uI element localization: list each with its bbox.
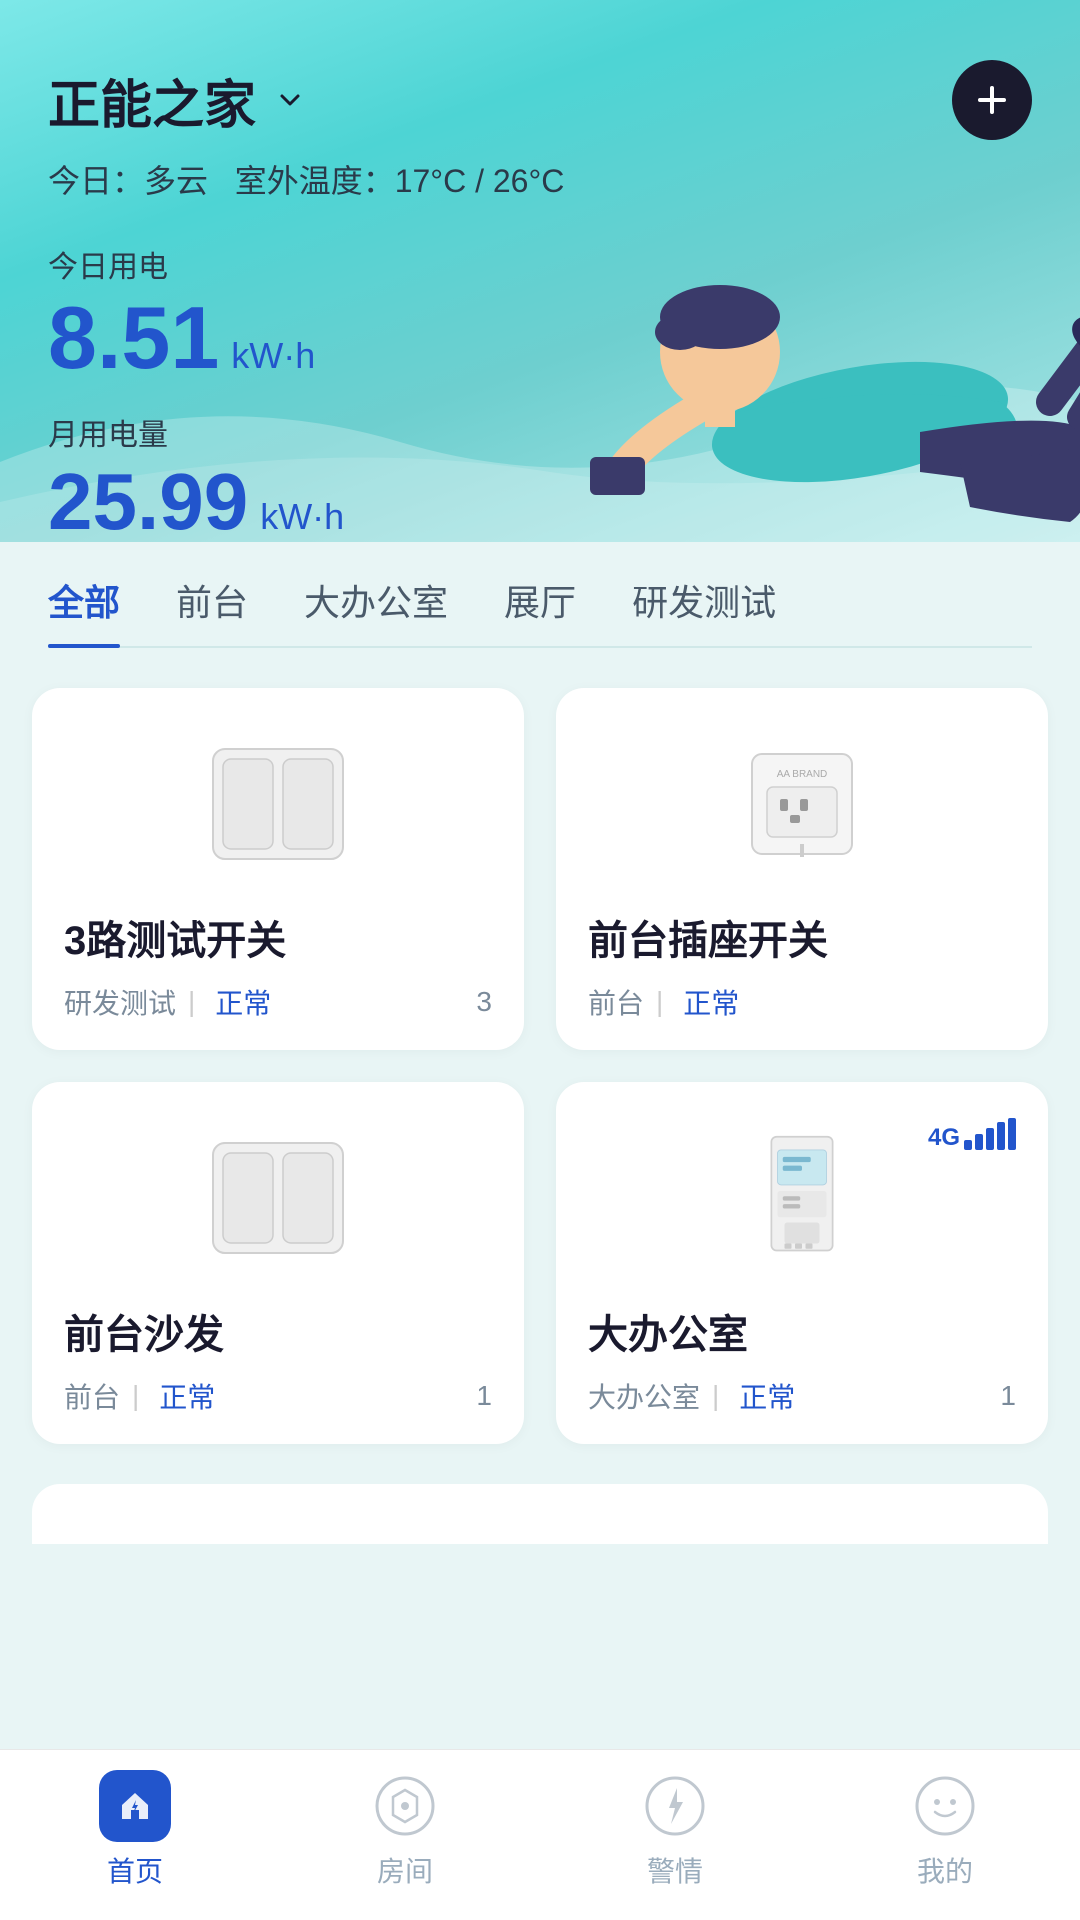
device-info-2: 前台 | 正常: [588, 982, 1016, 1022]
device-card-meter[interactable]: 4G: [556, 1082, 1048, 1444]
nav-room[interactable]: 房间: [325, 1770, 485, 1890]
meter-icon: [752, 1128, 852, 1268]
device-name-2: 前台插座开关: [588, 908, 1016, 966]
alert-icon: [639, 1770, 711, 1842]
tabs-container: 全部 前台 大办公室 展厅 研发测试: [0, 542, 1080, 648]
tab-rnd[interactable]: 研发测试: [632, 574, 776, 646]
device-info-1: 研发测试 | 正常 3: [64, 982, 492, 1022]
device-card-sofa[interactable]: 前台沙发 前台 | 正常 1: [32, 1082, 524, 1444]
tabs: 全部 前台 大办公室 展厅 研发测试: [48, 574, 1032, 648]
monthly-value: 25.99 kW·h: [48, 462, 1032, 542]
bottom-spacer: [0, 1544, 1080, 1704]
header-title-row: 正能之家: [48, 63, 308, 138]
outlet-icon: AA BRAND: [747, 749, 857, 859]
tab-all[interactable]: 全部: [48, 574, 120, 646]
profile-icon: [909, 1770, 981, 1842]
nav-home[interactable]: 首页: [55, 1770, 215, 1890]
bottom-nav: 首页 房间 警情: [0, 1749, 1080, 1920]
device-info-3: 前台 | 正常 1: [64, 1376, 492, 1416]
device-card-outlet[interactable]: AA BRAND 前台插座开关 前台 | 正常: [556, 688, 1048, 1050]
device-card-switch3[interactable]: 3路测试开关 研发测试 | 正常 3: [32, 688, 524, 1050]
tab-exhibition[interactable]: 展厅: [504, 574, 576, 646]
nav-room-label: 房间: [377, 1850, 433, 1890]
energy-section: 今日用电 8.51 kW·h 月用电量 25.99 kW·h: [48, 242, 1032, 542]
device-icon-area-2: AA BRAND: [588, 724, 1016, 884]
signal-bars: [964, 1118, 1016, 1150]
partial-card-hint: [32, 1484, 1048, 1544]
title-dropdown[interactable]: [272, 82, 308, 118]
tab-qiantai[interactable]: 前台: [176, 574, 248, 646]
device-info-4: 大办公室 | 正常 1: [588, 1376, 1016, 1416]
device-name-1: 3路测试开关: [64, 908, 492, 966]
nav-alert-label: 警情: [647, 1850, 703, 1890]
today-energy-value: 8.51 kW·h: [48, 294, 1032, 382]
monthly-unit: kW·h: [260, 499, 344, 535]
today-energy-unit: kW·h: [231, 338, 315, 374]
device-icon-area-4: 4G: [588, 1118, 1016, 1278]
device-icon-area-3: [64, 1118, 492, 1278]
devices-grid: 3路测试开关 研发测试 | 正常 3 AA BRAND: [0, 648, 1080, 1484]
svg-text:AA BRAND: AA BRAND: [777, 769, 828, 780]
room-icon: [369, 1770, 441, 1842]
header: 正能之家 今日：多云 室外温度：17°C / 26°C 今日用电 8.51 kW…: [0, 0, 1080, 542]
add-button[interactable]: [952, 60, 1032, 140]
nav-home-label: 首页: [107, 1850, 163, 1890]
device-name-4: 大办公室: [588, 1302, 1016, 1360]
device-icon-area-1: [64, 724, 492, 884]
switch-3way-icon: [208, 744, 348, 864]
home-icon: [99, 1770, 171, 1842]
nav-alert[interactable]: 警情: [595, 1770, 755, 1890]
header-top: 正能之家: [48, 60, 1032, 140]
nav-profile-label: 我的: [917, 1850, 973, 1890]
tab-daoffice[interactable]: 大办公室: [304, 574, 448, 646]
4g-badge: 4G: [928, 1118, 1016, 1150]
today-energy-label: 今日用电: [48, 242, 1032, 286]
app-title: 正能之家: [48, 63, 256, 138]
monthly-label: 月用电量: [48, 410, 1032, 454]
switch-2way-icon: [208, 1138, 348, 1258]
nav-profile[interactable]: 我的: [865, 1770, 1025, 1890]
device-name-3: 前台沙发: [64, 1302, 492, 1360]
